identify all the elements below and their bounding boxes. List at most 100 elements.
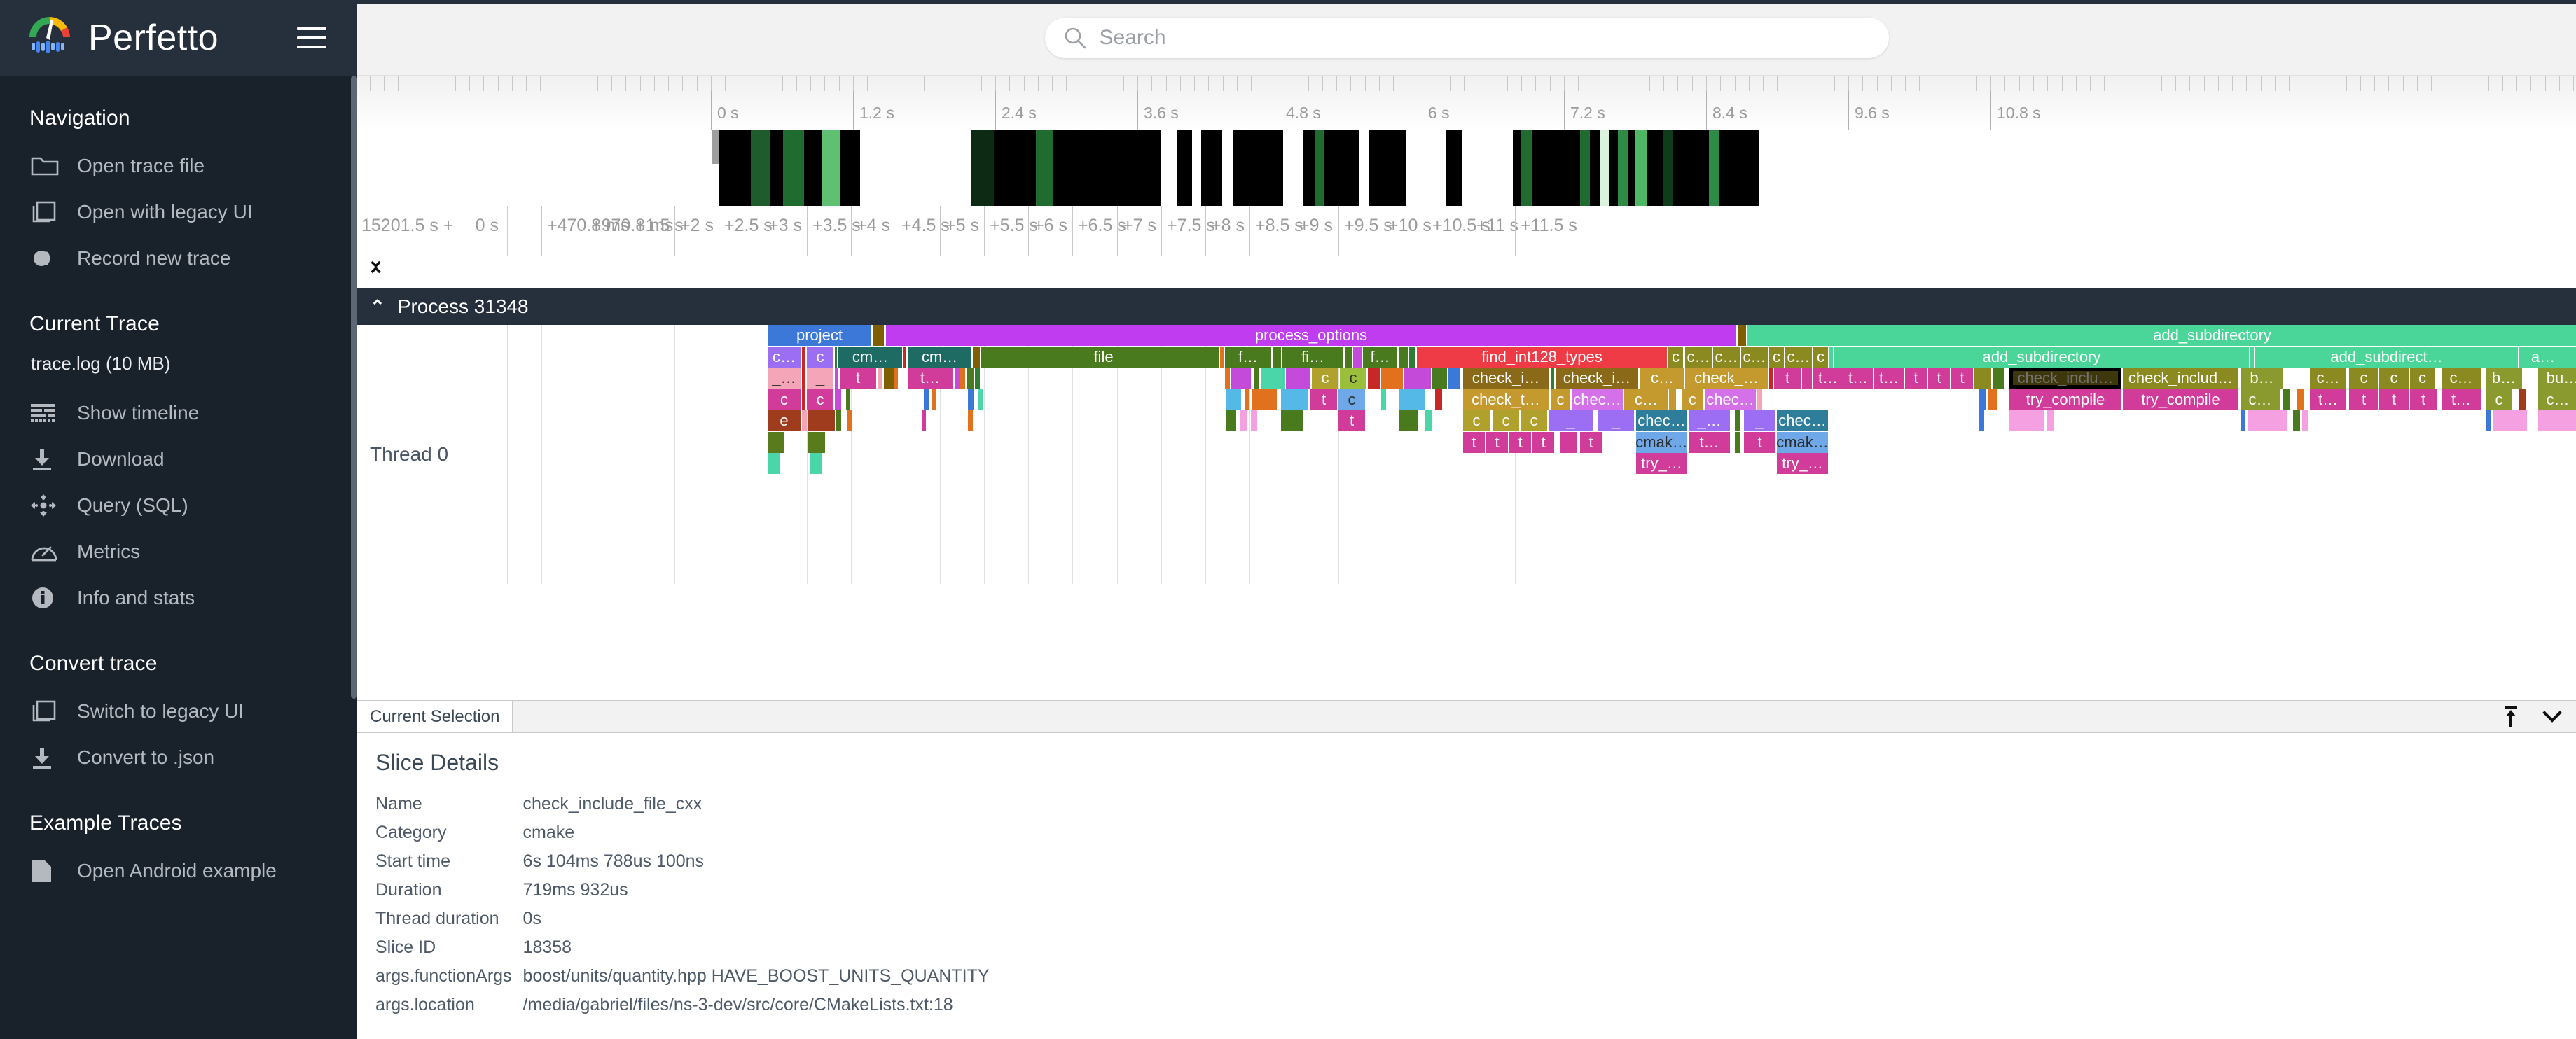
slice[interactable] [1220,347,1224,368]
slice[interactable]: bu… [2538,368,2576,389]
slice[interactable]: t… [2442,389,2481,410]
slice[interactable] [2047,410,2054,431]
chevron-up-icon[interactable]: ⌃ [370,296,385,318]
slice[interactable]: t [1463,432,1485,453]
slice[interactable]: c… [2241,389,2280,410]
slice[interactable]: t… [1689,432,1730,453]
slice[interactable] [968,389,974,410]
slice[interactable]: project [768,325,871,346]
sidebar-item-record-new-trace[interactable]: Record new trace [0,235,357,281]
slice[interactable]: add_subdirectory [1834,347,2249,368]
slice[interactable]: _ [1598,410,1634,431]
sidebar-item-metrics[interactable]: Metrics [0,529,357,575]
overview-viewport-handle[interactable] [712,130,719,164]
slice[interactable] [1368,368,1380,389]
slice-selected[interactable]: check_inclu… [2009,368,2121,389]
slice[interactable]: c [1813,347,1828,368]
slice[interactable] [768,432,784,453]
slice[interactable]: c [1338,389,1365,410]
slice[interactable] [802,410,807,431]
slice[interactable]: check_t… [1463,389,1549,410]
slice[interactable]: t [840,368,876,389]
slice[interactable]: _ [1744,410,1775,431]
slice[interactable]: t [2410,389,2437,410]
slice[interactable]: c… [768,347,801,368]
slice[interactable]: check_i… [1463,368,1549,389]
slice[interactable] [1240,410,1247,431]
slice[interactable] [1769,368,1773,389]
slice[interactable] [968,410,973,431]
slice[interactable] [2493,410,2527,431]
slice[interactable] [1225,368,1230,389]
slice[interactable] [2486,410,2491,431]
slice[interactable]: _… [1689,410,1730,431]
slice[interactable] [1738,325,1746,346]
slice[interactable] [846,389,850,410]
slice[interactable] [1261,368,1285,389]
slice[interactable]: _ [1549,410,1593,431]
slice[interactable] [1425,410,1432,431]
expand-more-icon[interactable] [2541,709,2563,725]
slice[interactable] [808,410,835,431]
slice[interactable]: c [807,347,833,368]
sidebar-item-open-trace-file[interactable]: Open trace file [0,143,357,189]
slice[interactable]: _… [768,368,801,389]
search-box[interactable] [1045,18,1889,58]
slice[interactable]: ad… [2568,347,2576,368]
slice[interactable] [978,389,983,410]
slice[interactable] [835,347,837,368]
slice[interactable]: c [807,389,833,410]
slice[interactable] [1735,410,1740,431]
slice[interactable] [903,347,906,368]
slice[interactable] [2009,410,2044,431]
slice[interactable] [847,410,852,431]
slice[interactable]: t [1580,432,1602,453]
slice[interactable] [1353,347,1362,368]
slice[interactable] [802,368,805,389]
slice[interactable] [1252,389,1277,410]
slice[interactable]: t [1486,432,1508,453]
slice[interactable] [1251,410,1257,431]
slice[interactable] [922,410,926,431]
slice[interactable] [894,368,898,389]
slice[interactable]: t [1774,368,1801,389]
slice[interactable] [2297,389,2304,410]
slice[interactable]: t [1905,368,1927,389]
sidebar-item-download[interactable]: Download [0,436,357,482]
slice[interactable]: try_compile [2123,389,2238,410]
slice[interactable]: cmak… [1777,432,1828,453]
slice[interactable] [2302,410,2308,431]
slice[interactable] [960,368,965,389]
slice[interactable]: t… [1874,368,1904,389]
slice[interactable]: t [1532,432,1554,453]
slice[interactable] [1399,389,1425,410]
slice[interactable]: c [1493,410,1519,431]
slice[interactable]: c [2486,389,2512,410]
slice[interactable]: c [768,389,801,410]
slice[interactable]: t… [1813,368,1843,389]
slice[interactable] [2293,368,2303,389]
sidebar-item-show-timeline[interactable]: Show timeline [0,390,357,436]
slice[interactable]: c… [2442,368,2481,389]
slice[interactable] [810,453,822,474]
chevron-up-icon[interactable]: ⌃ [367,268,385,284]
slice[interactable]: c [1551,389,1570,410]
slice[interactable]: c [1521,410,1547,431]
slice[interactable] [2526,368,2530,389]
slice[interactable]: a… [2519,347,2568,368]
slice[interactable] [1381,368,1403,389]
slice-track-canvas[interactable]: projectprocess_optionsadd_subdirectoryns… [508,325,2576,584]
slice[interactable] [884,368,894,389]
slice[interactable] [836,410,841,431]
slice[interactable] [878,368,882,389]
process-group-header[interactable]: ⌃ Process 31348 [357,288,2576,325]
sidebar-item-open-android-example[interactable]: Open Android example [0,848,357,894]
slice[interactable] [1226,410,1236,431]
slice[interactable] [1286,368,1310,389]
slice[interactable]: t… [2310,389,2346,410]
slice[interactable] [1231,368,1251,389]
slice[interactable] [1448,368,1460,389]
slice[interactable] [955,368,960,389]
slice[interactable]: cmak… [1636,432,1687,453]
slice[interactable]: c… [2310,368,2346,389]
